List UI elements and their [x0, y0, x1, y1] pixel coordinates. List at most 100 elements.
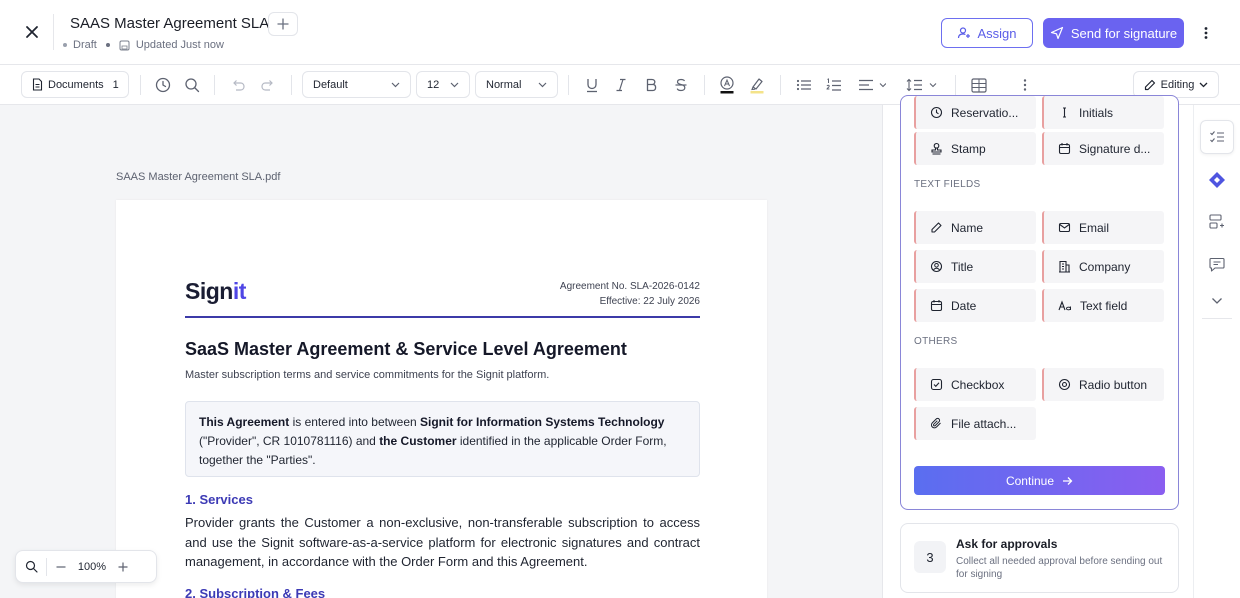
close-button[interactable] — [18, 20, 46, 44]
line-spacing-dropdown[interactable] — [905, 74, 939, 96]
italic-button[interactable] — [610, 74, 632, 96]
field-company[interactable]: Company — [1042, 250, 1164, 283]
rail-ai-button[interactable] — [1200, 163, 1234, 197]
font-family-select[interactable]: Default — [302, 71, 411, 98]
approval-description: Collect all needed approval before sendi… — [956, 556, 1163, 580]
bold-button[interactable] — [640, 74, 662, 96]
field-stamp[interactable]: Stamp — [914, 132, 1036, 165]
table-button[interactable] — [968, 74, 990, 96]
font-size-select[interactable]: 12 — [416, 71, 470, 98]
zoom-out-button[interactable] — [47, 552, 75, 582]
toolbar-divider — [214, 75, 215, 95]
field-label: Reservatio... — [951, 105, 1019, 120]
section-1-title: 1. Services — [185, 492, 253, 507]
zoom-controls: 100% — [15, 550, 157, 583]
field-reservation[interactable]: Reservatio... — [914, 96, 1036, 129]
history-button[interactable] — [152, 74, 174, 96]
rail-comments-button[interactable] — [1200, 247, 1234, 281]
zoom-search-button[interactable] — [16, 552, 46, 582]
user-circle-icon — [930, 260, 943, 273]
more-toolbar-button[interactable] — [1014, 74, 1036, 96]
paperclip-icon — [930, 417, 941, 429]
field-title[interactable]: Title — [914, 250, 1036, 283]
field-signature-date[interactable]: Signature d... — [1042, 132, 1164, 165]
document-page[interactable]: Signit Agreement No. SLA-2026-0142 Effec… — [116, 200, 767, 598]
numbered-list-button[interactable] — [823, 74, 845, 96]
search-button[interactable] — [181, 74, 203, 96]
continue-label: Continue — [1005, 473, 1055, 488]
field-date[interactable]: Date — [914, 289, 1036, 322]
paragraph-style-select[interactable]: Normal — [475, 71, 558, 98]
toolbar-divider — [291, 75, 292, 95]
underline-button[interactable] — [581, 74, 603, 96]
more-options-button[interactable] — [1196, 21, 1216, 45]
strikethrough-icon — [675, 78, 687, 92]
field-label: Company — [1079, 259, 1131, 274]
intro-callout: This Agreement is entered into between S… — [185, 401, 700, 477]
documents-button[interactable]: Documents 1 — [21, 71, 129, 98]
field-label: Name — [951, 220, 984, 235]
field-text[interactable]: Text field — [1042, 289, 1164, 322]
checklist-icon — [1210, 130, 1224, 142]
search-icon — [185, 78, 200, 93]
field-label: Signature d... — [1079, 141, 1151, 156]
field-radio-button[interactable]: Radio button — [1042, 368, 1164, 401]
assign-button[interactable]: Assign — [941, 18, 1033, 48]
rail-fields-button[interactable] — [1200, 120, 1234, 154]
document-title[interactable]: SAAS Master Agreement SLA — [70, 15, 269, 32]
status-badge: Draft — [73, 39, 97, 51]
building-icon — [1059, 260, 1070, 273]
chevron-down-icon — [1199, 82, 1208, 87]
intro-text-2: ("Provider", CR 1010781116) and — [199, 434, 380, 448]
toolbar-divider — [140, 75, 141, 95]
toolbar-divider — [780, 75, 781, 95]
radio-icon — [1058, 378, 1071, 391]
document-meta: Draft Updated Just now — [63, 39, 224, 51]
chevron-down-icon — [391, 82, 400, 87]
field-checkbox[interactable]: Checkbox — [914, 368, 1036, 401]
highlighter-icon — [750, 78, 764, 94]
add-document-button[interactable] — [268, 12, 298, 36]
bullet-list-button[interactable] — [793, 74, 815, 96]
send-for-signature-button[interactable]: Send for signature — [1043, 18, 1184, 48]
file-name: SAAS Master Agreement SLA.pdf — [116, 171, 281, 183]
undo-button[interactable] — [227, 74, 249, 96]
redo-button[interactable] — [257, 74, 279, 96]
rail-collapse-button[interactable] — [1200, 284, 1234, 318]
highlight-button[interactable] — [746, 74, 768, 96]
approval-step-card[interactable]: 3 Ask for approvals Collect all needed a… — [900, 523, 1179, 593]
plus-icon — [118, 562, 128, 571]
numbered-list-icon — [826, 77, 841, 91]
vertical-dots-icon — [1023, 79, 1027, 91]
document-canvas[interactable]: SAAS Master Agreement SLA.pdf Signit Agr… — [0, 105, 882, 598]
field-name[interactable]: Name — [914, 211, 1036, 244]
meta-separator — [105, 43, 110, 47]
toolbar-divider — [955, 75, 956, 95]
field-label: Checkbox — [951, 377, 1005, 392]
rail-forms-button[interactable] — [1200, 204, 1234, 238]
text-color-button[interactable] — [716, 74, 738, 96]
effective-date: Effective: 22 July 2026 — [599, 296, 700, 307]
underline-icon — [587, 79, 597, 93]
header-rule — [185, 316, 700, 318]
fields-card: Reservatio... Initials Stamp Signature d… — [900, 95, 1179, 510]
field-initials[interactable]: Initials — [1042, 96, 1164, 129]
strikethrough-button[interactable] — [670, 74, 692, 96]
align-dropdown[interactable] — [855, 74, 889, 96]
continue-button[interactable]: Continue — [914, 466, 1165, 495]
diamond-icon — [1209, 172, 1225, 188]
text-fields-heading: TEXT FIELDS — [914, 179, 981, 190]
bullet-list-icon — [796, 79, 811, 91]
field-file-attachment[interactable]: File attach... — [914, 407, 1036, 440]
header-divider — [53, 14, 54, 50]
field-label: Text field — [1080, 298, 1128, 313]
others-heading: OTHERS — [914, 336, 958, 347]
intro-text-1: is entered into between — [289, 415, 421, 429]
agreement-number: Agreement No. SLA-2026-0142 — [559, 281, 700, 292]
zoom-in-button[interactable] — [109, 552, 137, 582]
stamp-icon — [931, 142, 942, 155]
field-email[interactable]: Email — [1042, 211, 1164, 244]
bold-icon — [646, 78, 657, 92]
editing-mode-button[interactable]: Editing — [1133, 71, 1219, 98]
form-icon — [1209, 213, 1224, 229]
